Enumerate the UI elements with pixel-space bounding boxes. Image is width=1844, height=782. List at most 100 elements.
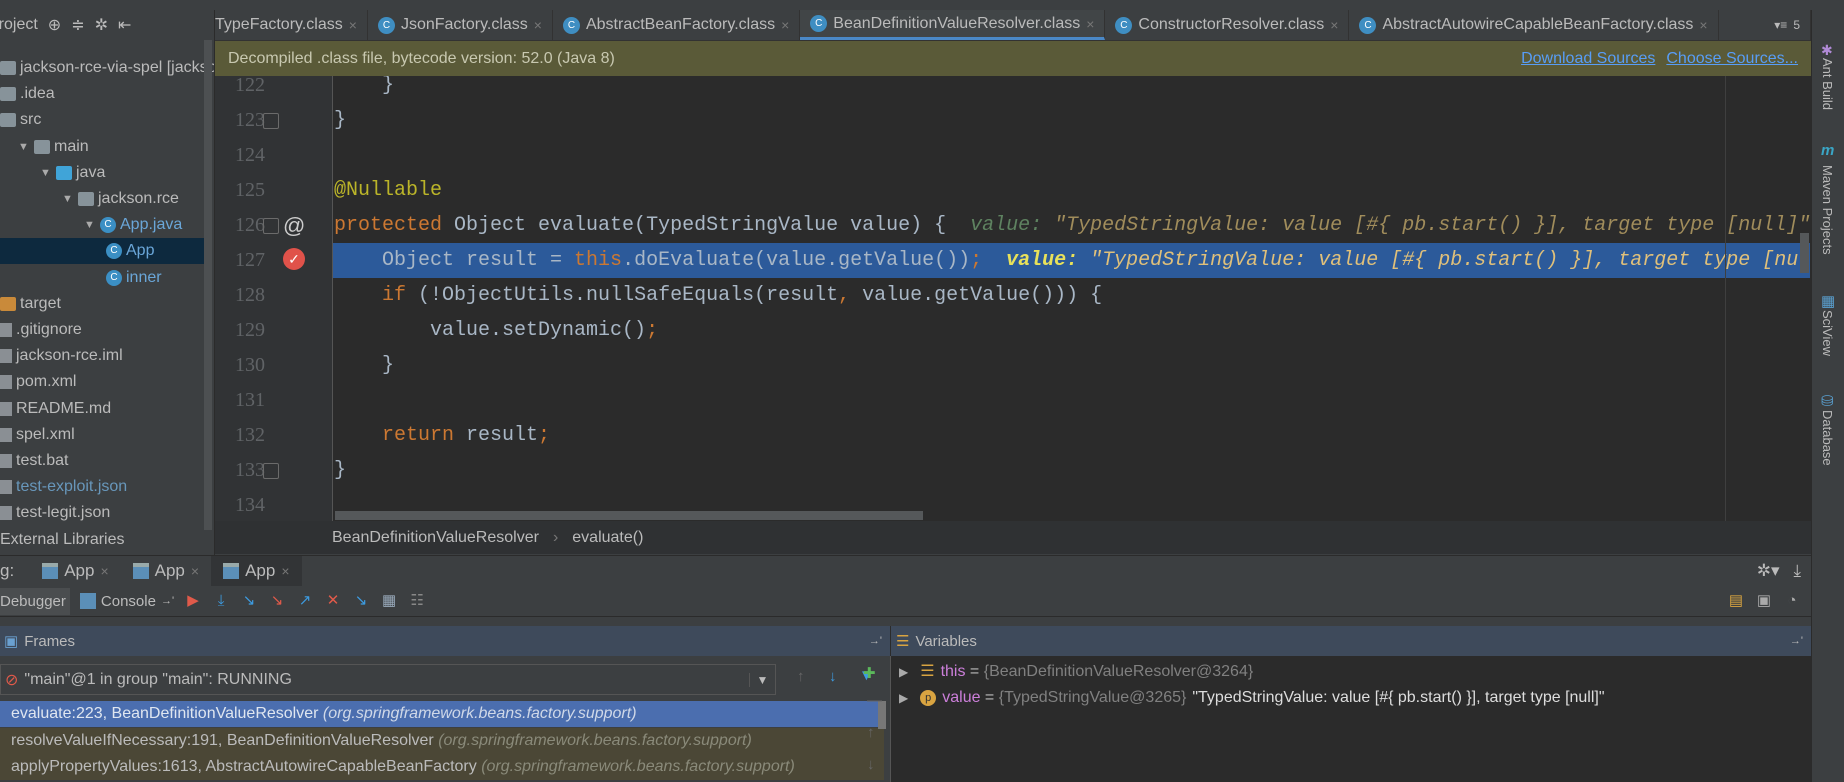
close-tab-icon[interactable]: ×	[1086, 16, 1094, 32]
frame-up-icon[interactable]: ↑	[797, 668, 805, 685]
variable-row[interactable]: ▶ p value = {TypedStringValue@3265} "TypedS…	[899, 685, 1605, 711]
stack-frame[interactable]: resolveValueIfNecessary:191, BeanDefinit…	[0, 727, 884, 754]
close-tab-icon[interactable]: ×	[534, 17, 542, 33]
tree-item[interactable]: .idea	[0, 81, 55, 107]
close-icon[interactable]: ×	[281, 563, 289, 579]
trace-icon[interactable]: ☷	[408, 592, 426, 610]
vertical-scrollbar[interactable]	[1800, 233, 1809, 273]
collapse-icon[interactable]: ≑	[71, 15, 84, 35]
tree-item[interactable]: ▼ main	[0, 134, 89, 160]
code-line[interactable]: if (!ObjectUtils.nullSafeEquals(result, …	[333, 278, 1810, 313]
horizontal-scrollbar[interactable]	[335, 511, 923, 520]
code-line[interactable]	[333, 383, 1810, 418]
remove-watch-icon[interactable]: —	[867, 692, 882, 709]
code-line[interactable]: }	[333, 453, 1810, 488]
console-tab[interactable]: Console →'	[79, 593, 174, 610]
memory-icon[interactable]: ◔	[1783, 592, 1801, 610]
database-tool[interactable]: Database	[1820, 410, 1835, 466]
tree-item[interactable]: test-exploit.json	[0, 474, 127, 500]
tree-item[interactable]: README.md	[0, 396, 111, 422]
code-line[interactable]: }	[333, 76, 1810, 103]
frame-down-icon[interactable]: ↓	[829, 668, 837, 685]
session-tab[interactable]: App ×	[30, 556, 120, 587]
breadcrumb-method[interactable]: evaluate()	[572, 529, 643, 547]
settings-icon[interactable]: ✲▾	[1757, 561, 1780, 581]
debugger-tab[interactable]: Debugger	[0, 587, 70, 615]
project-view-selector[interactable]: Project	[0, 16, 38, 34]
close-icon[interactable]: ×	[191, 563, 199, 579]
sidebar-scrollbar[interactable]	[204, 40, 212, 530]
expand-arrow-icon[interactable]: ▶	[899, 659, 908, 685]
editor-tab[interactable]: C JsonFactory.class ×	[368, 10, 553, 40]
code-line[interactable]: }	[333, 103, 1810, 138]
fold-marker-icon[interactable]	[263, 113, 279, 129]
code-editor[interactable]: 122 123 124 125 126 @127 ✓ 128 129 130 131 132 133 13…	[215, 76, 1811, 521]
close-tab-icon[interactable]: ×	[1699, 17, 1707, 33]
chevron-down-icon[interactable]: ▼	[749, 672, 775, 687]
move-down-icon[interactable]: ↓	[867, 756, 875, 773]
close-tab-icon[interactable]: ×	[1330, 17, 1338, 33]
show-execution-point-icon[interactable]: ▶	[184, 592, 202, 610]
thread-selector[interactable]: ⊘ "main"@1 in group "main": RUNNING ▼	[0, 664, 776, 695]
expand-arrow-icon[interactable]: ▼	[84, 212, 96, 238]
restore-layout-icon[interactable]: ▤	[1727, 592, 1745, 610]
tree-item[interactable]: src	[0, 107, 41, 133]
force-step-into-icon[interactable]: ↘	[268, 592, 286, 610]
code-line[interactable]: @Nullable	[333, 173, 1810, 208]
tree-item[interactable]: ▼ C App.java	[0, 212, 182, 238]
override-icon[interactable]: @	[283, 213, 305, 239]
pin-icon[interactable]: →'	[869, 635, 882, 647]
drop-frame-icon[interactable]: ✕	[324, 592, 342, 610]
tree-item[interactable]: ▼ java	[0, 160, 105, 186]
tree-item[interactable]: jackson-rce-via-spel [jackson	[0, 55, 214, 81]
tree-item[interactable]: target	[0, 291, 61, 317]
code-line[interactable]: value.setDynamic();	[333, 313, 1810, 348]
execution-line[interactable]: Object result = this.doEvaluate(value.ge…	[333, 243, 1811, 278]
code-line[interactable]	[333, 138, 1810, 173]
gear-icon[interactable]: ✲	[95, 15, 108, 35]
tabs-overflow[interactable]: ▾≡ 5	[1764, 10, 1811, 40]
pin-icon[interactable]: →'	[1790, 635, 1803, 647]
code-line[interactable]: }	[333, 348, 1810, 383]
ant-build-tool[interactable]: Ant Build	[1820, 58, 1835, 110]
maven-projects-tool[interactable]: Maven Projects	[1820, 165, 1835, 255]
editor-tab[interactable]: TypeFactory.class ×	[215, 10, 368, 40]
tree-item[interactable]: pom.xml	[0, 369, 76, 395]
minimize-icon[interactable]: ⤓	[1793, 561, 1801, 581]
step-into-icon[interactable]: ↘	[240, 592, 258, 610]
breakpoint-icon[interactable]: ✓	[283, 248, 305, 270]
stack-frame[interactable]: applyPropertyValues:1613, AbstractAutowi…	[0, 754, 884, 780]
evaluate-expression-icon[interactable]: ▦	[380, 592, 398, 610]
session-tab-active[interactable]: App ×	[211, 555, 302, 587]
choose-sources-link[interactable]: Choose Sources...	[1666, 50, 1798, 68]
move-up-icon[interactable]: ↑	[867, 724, 875, 741]
download-sources-link[interactable]: Download Sources	[1521, 50, 1655, 68]
target-icon[interactable]: ⊕	[48, 15, 61, 35]
editor-gutter[interactable]: 122 123 124 125 126 @127 ✓ 128 129 130 131 132 133 13…	[215, 76, 333, 521]
session-tab[interactable]: App ×	[121, 556, 211, 587]
add-watch-icon[interactable]: ✚	[863, 664, 876, 682]
tab-active[interactable]: C BeanDefinitionValueResolver.class ×	[800, 10, 1106, 40]
editor-tab[interactable]: C AbstractAutowireCapableBeanFactory.clas…	[1349, 10, 1719, 40]
fold-marker-icon[interactable]	[263, 218, 279, 234]
step-out-icon[interactable]: ↗	[296, 592, 314, 610]
fold-marker-icon[interactable]	[263, 463, 279, 479]
hide-icon[interactable]: ⇤	[118, 15, 131, 35]
tree-item[interactable]: ▼ jackson.rce	[0, 186, 179, 212]
tree-item[interactable]: spel.xml	[0, 422, 75, 448]
tree-item[interactable]: test.bat	[0, 448, 68, 474]
tree-item[interactable]: .gitignore	[0, 317, 82, 343]
tree-item[interactable]: Cinner	[0, 265, 162, 291]
close-icon[interactable]: ×	[100, 563, 108, 579]
code-line[interactable]: protected Object evaluate(TypedStringVal…	[333, 208, 1810, 243]
editor-tab[interactable]: C AbstractBeanFactory.class ×	[553, 10, 801, 40]
expand-arrow-icon[interactable]: ▶	[899, 685, 908, 711]
run-to-cursor-icon[interactable]: ↘	[352, 592, 370, 610]
close-tab-icon[interactable]: ×	[781, 17, 789, 33]
expand-arrow-icon[interactable]: ▼	[40, 160, 52, 186]
tree-item[interactable]: External Libraries	[0, 527, 125, 553]
sciview-tool[interactable]: SciView	[1820, 310, 1835, 356]
step-over-icon[interactable]: ⤓	[212, 592, 230, 610]
tree-item[interactable]: test-legit.json	[0, 500, 110, 526]
expand-arrow-icon[interactable]: ▼	[62, 186, 74, 212]
